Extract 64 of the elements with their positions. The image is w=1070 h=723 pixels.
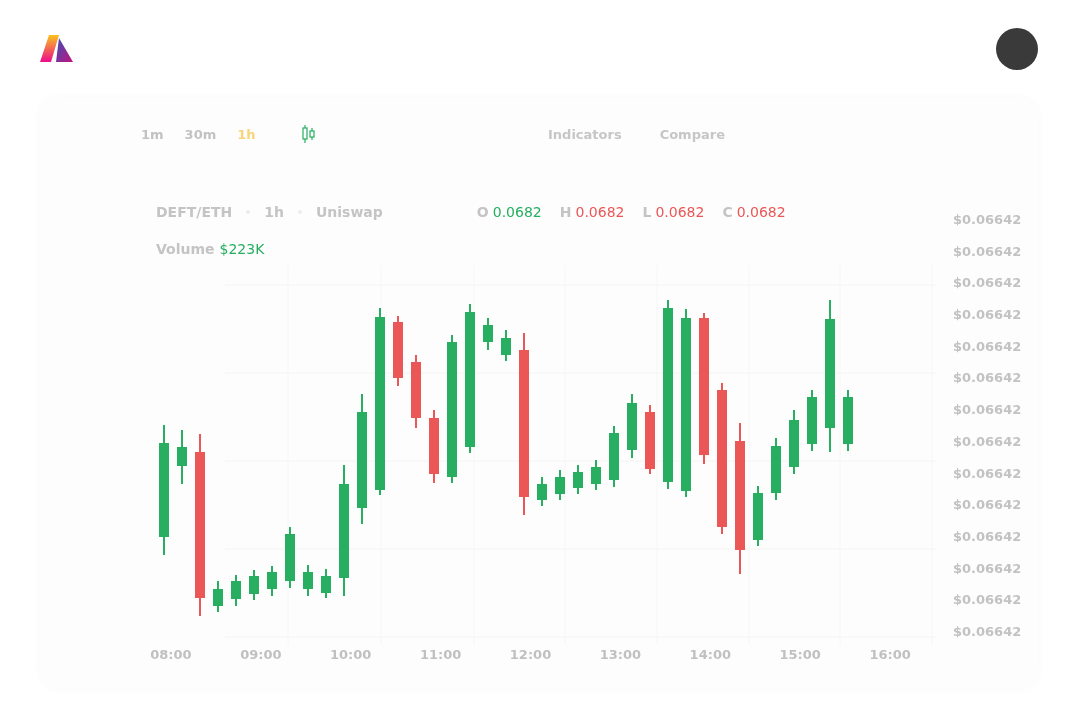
interval-label: 1h (264, 204, 284, 220)
candlestick (789, 409, 799, 475)
time-axis-label: 15:00 (778, 647, 822, 662)
exchange-label: Uniswap (315, 204, 383, 220)
candlestick (249, 569, 259, 601)
candlestick (501, 329, 511, 362)
candlestick (213, 580, 223, 613)
time-axis-label: 11:00 (418, 647, 463, 662)
candlestick (555, 469, 565, 501)
price-axis-label: $0.06642 (953, 465, 1022, 483)
candlestick (609, 425, 619, 488)
candlestick (537, 476, 547, 507)
interval-tab[interactable]: 1m (136, 126, 169, 142)
ohlc-label: H (559, 204, 572, 220)
candlestick (483, 317, 493, 351)
price-axis-label: $0.06642 (953, 433, 1022, 451)
time-axis-label: 16:00 (868, 647, 912, 662)
candlestick (177, 429, 187, 485)
price-axis-label: $0.06642 (953, 370, 1022, 388)
price-axis-label: $0.06642 (953, 623, 1022, 641)
interval-tab[interactable]: 30m (179, 126, 222, 142)
candlestick (627, 393, 637, 459)
volume-value: $223K (219, 241, 265, 257)
ohlc-value: 0.0682 (492, 204, 542, 220)
price-axis-label: $0.06642 (953, 307, 1022, 325)
time-axis-label: 10:00 (329, 647, 373, 662)
price-axis-label: $0.06642 (953, 243, 1022, 261)
pair-label: DEFT/ETH (156, 204, 233, 220)
candlestick (771, 437, 781, 501)
price-axis-label: $0.06642 (953, 528, 1022, 546)
ohlc-label: L (642, 204, 652, 220)
avatar-photo-placeholder[interactable] (996, 28, 1038, 70)
time-axis-label: 08:00 (149, 647, 193, 662)
logo-icon (40, 35, 74, 63)
price-axis-label: $0.06642 (953, 212, 1022, 229)
price-axis-label: $0.06642 (953, 275, 1022, 293)
price-axis-label: $0.06642 (953, 497, 1022, 515)
time-axis-label: 14:00 (688, 647, 732, 662)
candlestick (753, 485, 763, 547)
volume-label: Volume (156, 241, 215, 257)
candlestick (285, 526, 295, 589)
time-axis-label: 12:00 (508, 647, 553, 662)
ohlc-label: O (476, 204, 489, 220)
candlestick (591, 459, 601, 491)
candlestick (321, 568, 331, 599)
ohlc-value: 0.0682 (736, 204, 786, 220)
candlestick (807, 389, 817, 452)
candlestick (303, 564, 313, 597)
candlestick (573, 464, 583, 495)
ohlc-value: 0.0682 (655, 204, 705, 220)
time-axis-label: 13:00 (598, 647, 643, 662)
price-axis-label: $0.06642 (953, 402, 1022, 420)
candlestick (231, 574, 241, 607)
candlestick (645, 404, 655, 475)
interval-tab[interactable]: 1h (232, 126, 261, 142)
candlestick (267, 565, 277, 597)
ohlc-label: C (722, 204, 733, 220)
price-axis-label: $0.06642 (953, 338, 1022, 356)
candlestick (393, 315, 403, 387)
price-axis-label: $0.06642 (953, 560, 1022, 578)
time-axis-label: 09:00 (239, 647, 283, 662)
ohlc-value: 0.0682 (575, 204, 625, 220)
price-axis-label: $0.06642 (953, 592, 1022, 610)
candlestick (843, 389, 853, 452)
